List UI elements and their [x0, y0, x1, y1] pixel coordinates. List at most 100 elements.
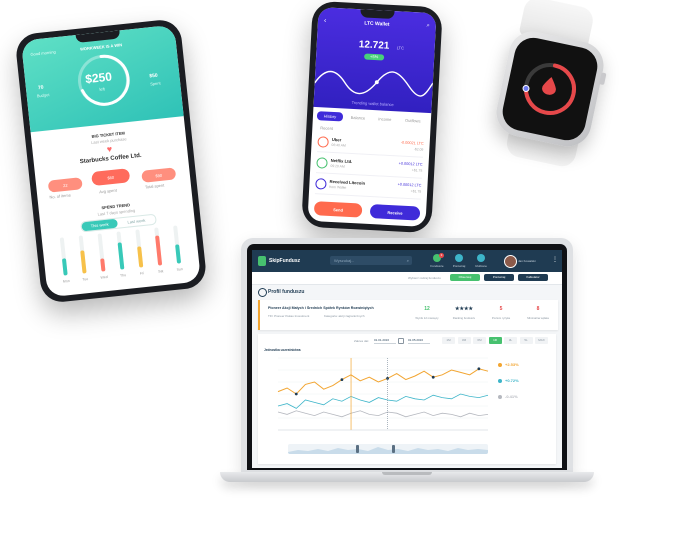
wallet-wave-chart: [314, 70, 434, 97]
wallet-header: ‹ LTC Wallet ⌕ 12.721 LTC +5% Trending w…: [313, 7, 437, 114]
wallet-tab[interactable]: Income: [372, 114, 398, 124]
transaction-name: Uber: [331, 136, 342, 143]
watch-crown[interactable]: [599, 72, 607, 86]
right-stat-label: Spent: [149, 80, 161, 87]
spend-bar-day: Wed: [100, 274, 108, 280]
spend-bar-day: Fri: [139, 271, 145, 276]
series-point: [431, 375, 435, 379]
range-button[interactable]: 1R: [488, 337, 502, 344]
budget-phone: Good morning WORKWEEK IS A WIN 70 Budget…: [14, 18, 208, 304]
pill-items-value: 22: [62, 182, 68, 189]
smartwatch: [492, 27, 608, 151]
spend-bar: [155, 235, 163, 266]
range-button[interactable]: 3M: [457, 337, 471, 344]
pill-avg-label: Avg spent: [98, 187, 118, 195]
transaction-fiat: +$1.75: [411, 168, 423, 173]
search-placeholder: Wyszukaj...: [334, 258, 355, 263]
wallet-phone: ‹ LTC Wallet ⌕ 12.721 LTC +5% Trending w…: [301, 0, 443, 234]
chart-navigator[interactable]: [288, 444, 488, 454]
search-icon[interactable]: ⌕: [407, 258, 409, 263]
range-button[interactable]: 5L: [519, 337, 533, 344]
fund-stat-value: 8: [536, 306, 540, 312]
series-point: [340, 378, 344, 381]
transaction-icon: [317, 136, 329, 148]
more-menu-icon[interactable]: ⋮: [552, 256, 558, 263]
receive-button-label: Receive: [387, 209, 403, 216]
user-name[interactable]: Jan Kowalski: [518, 259, 536, 263]
laptop-hinge-notch: [382, 472, 432, 475]
navigator-handle-left[interactable]: [356, 445, 359, 453]
app-topbar: SkipFundusz Wyszukaj... ⌕ 3 Fundusze Por…: [252, 250, 562, 272]
pill-total-label: Total spent: [144, 182, 165, 190]
fund-stat-value: 5: [499, 306, 503, 312]
fund-stat-value: 12: [424, 306, 430, 312]
calendar-icon[interactable]: [398, 338, 404, 344]
receive-button[interactable]: Receive: [369, 204, 421, 221]
series-point: [477, 367, 481, 371]
app-name: SkipFundusz: [269, 258, 301, 264]
transaction-list: Uber 08:40 AM -0.00021 LTC -$2.09 Netflix Lt…: [314, 132, 424, 200]
app-logo-icon: [258, 256, 266, 266]
follow-button[interactable]: Obserwuj: [450, 274, 480, 281]
navigator-handle-right[interactable]: [392, 445, 395, 453]
fund-type-select[interactable]: Wybierz rodzaj funduszu: [408, 276, 441, 280]
wallet-change-badge: +5%: [363, 53, 385, 61]
transaction-amount: +0.00012 LTC: [397, 182, 422, 188]
date-to-input[interactable]: 01.05.2016: [408, 338, 430, 344]
search-input[interactable]: Wyszukaj... ⌕: [330, 256, 412, 265]
range-button[interactable]: 6M: [473, 337, 486, 344]
spend-trend-bars: Mon Tue Wed Thu Fri Sat Sun: [52, 223, 191, 289]
wallet-title: LTC Wallet: [364, 20, 390, 28]
laptop-lid: SkipFundusz Wyszukaj... ⌕ 3 Fundusze Por…: [241, 238, 573, 474]
wallet-tab[interactable]: Outflows: [400, 115, 426, 125]
avatar[interactable]: [504, 255, 517, 268]
nav-item-ulubione[interactable]: Ulubione: [472, 253, 490, 269]
pill-items: 22: [47, 177, 83, 193]
search-icon[interactable]: ⌕: [426, 23, 430, 30]
wallet-tab[interactable]: Balance: [345, 113, 371, 123]
transaction-sub: 08:40 AM: [331, 142, 346, 148]
range-button[interactable]: 3L: [504, 337, 517, 344]
range-button[interactable]: 1M: [442, 337, 455, 344]
favorites-icon: [477, 254, 485, 262]
legend-swatch: [498, 395, 502, 399]
greeting-text: Good morning: [30, 49, 56, 57]
spend-bar: [117, 242, 125, 270]
fund-stat-label: Poziom ryzyka: [491, 316, 511, 320]
left-stat: 70: [37, 84, 44, 92]
range-buttons: 1M 3M 6M 1R 3L 5L MAX: [442, 337, 552, 345]
date-from-input[interactable]: 01.01.2016: [374, 338, 396, 344]
series-line: [277, 410, 489, 418]
fund-line-chart: [277, 357, 489, 431]
fund-stat-label: Ranking funduszu: [452, 316, 476, 320]
fund-stat-label: Minimalna wpłata: [527, 316, 549, 320]
watch-screen: [499, 34, 601, 144]
fund-stats: 12 Wynik 12 miesięcy ★★★★ Ranking funduszu 5…: [410, 304, 556, 326]
range-button[interactable]: MAX: [535, 337, 548, 344]
series-point: [294, 392, 298, 396]
spend-bar-day: Thu: [119, 273, 127, 278]
budget-phone-screen: Good morning WORKWEEK IS A WIN 70 Budget…: [20, 24, 202, 298]
nav-item-porownaj[interactable]: Porównaj: [450, 253, 468, 269]
nav-label: Porównaj: [452, 264, 466, 268]
budget-amount-sub: left: [99, 86, 106, 92]
spend-bar: [175, 244, 182, 264]
action-bar: Wybierz rodzaj funduszu Obserwuj Porówna…: [252, 272, 562, 285]
fund-name: Pioneer Akcji Małych i Średnich Spółek R…: [268, 306, 374, 310]
fund-stat-value: ★★★★: [455, 306, 473, 312]
heart-icon: ♥: [106, 143, 113, 155]
compare-button[interactable]: Porównaj: [484, 274, 514, 281]
send-button[interactable]: Send: [313, 201, 363, 218]
wallet-tab[interactable]: History: [316, 111, 344, 122]
page-title: Profil funduszu: [268, 289, 305, 295]
calculator-button[interactable]: Kalkulator: [518, 274, 548, 281]
right-stat: $50: [149, 72, 158, 80]
laptop-screen: SkipFundusz Wyszukaj... ⌕ 3 Fundusze Por…: [252, 250, 562, 468]
nav-item-fundusze[interactable]: 3 Fundusze: [428, 253, 446, 269]
list-item[interactable]: Received Litecoin from Wallet +0.00012 LTC…: [314, 174, 422, 200]
legend-swatch: [498, 379, 502, 383]
nav-label: Fundusze: [430, 264, 444, 268]
nav-badge: 3: [439, 253, 444, 258]
compare-icon: [455, 254, 463, 262]
wallet-balance: 12.721: [358, 39, 390, 52]
